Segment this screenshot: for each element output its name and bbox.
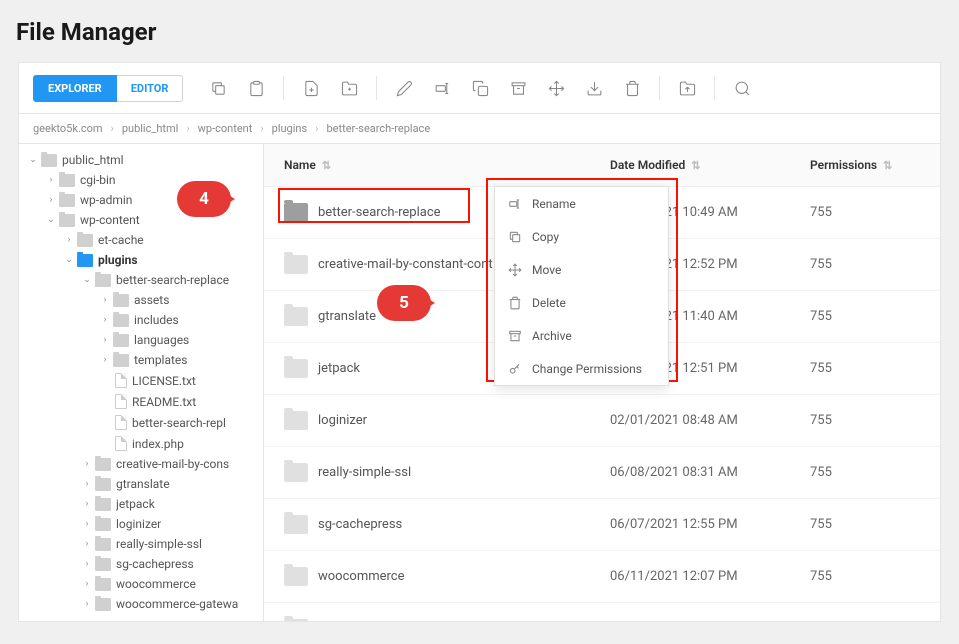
list-row[interactable]: really-simple-ssl06/08/2021 08:31 AM755 <box>264 447 940 499</box>
column-name[interactable]: Name⇅ <box>284 158 610 172</box>
tree-item[interactable]: index.php <box>19 433 263 454</box>
rename-icon[interactable] <box>425 73 459 103</box>
context-menu-rename[interactable]: Rename <box>495 187 668 220</box>
tree-item[interactable]: better-search-repl <box>19 412 263 433</box>
list-header: Name⇅ Date Modified⇅ Permissions⇅ <box>264 144 940 187</box>
tab-explorer[interactable]: EXPLORER <box>33 75 117 102</box>
toolbar: EXPLORER EDITOR <box>19 63 940 114</box>
tree-item[interactable]: ›creative-mail-by-cons <box>19 454 263 474</box>
context-menu: RenameCopyMoveDeleteArchiveChange Permis… <box>494 186 669 386</box>
breadcrumb: geekto5k.com› public_html› wp-content› p… <box>19 114 940 144</box>
tree-item[interactable]: ›assets <box>19 290 263 310</box>
column-permissions[interactable]: Permissions⇅ <box>810 158 920 172</box>
list-row[interactable]: woocommerce-gateway-stripe06/11/2021 12:… <box>264 603 940 621</box>
tab-editor[interactable]: EDITOR <box>117 75 184 102</box>
tree-item[interactable]: ›languages <box>19 330 263 350</box>
tree-root[interactable]: ⌄public_html <box>19 150 263 170</box>
download-icon[interactable] <box>577 73 611 103</box>
tree-item[interactable]: ⌄plugins <box>19 250 263 270</box>
list-row[interactable]: loginizer02/01/2021 08:48 AM755 <box>264 395 940 447</box>
sort-icon: ⇅ <box>322 159 331 172</box>
context-menu-copy[interactable]: Copy <box>495 220 668 253</box>
sort-icon: ⇅ <box>691 159 700 172</box>
breadcrumb-item[interactable]: wp-content <box>198 122 253 135</box>
paste-icon[interactable] <box>239 73 273 103</box>
rename-icon <box>507 196 522 211</box>
copy-icon <box>507 229 522 244</box>
archive-icon[interactable] <box>501 73 535 103</box>
tree-item[interactable]: ›really-simple-ssl <box>19 534 263 554</box>
breadcrumb-item[interactable]: better-search-replace <box>326 122 430 135</box>
callout-4: 4 <box>177 181 231 217</box>
context-menu-delete[interactable]: Delete <box>495 286 668 319</box>
folder-icon <box>284 411 308 430</box>
folder-icon <box>284 515 308 534</box>
new-file-icon[interactable] <box>294 73 328 103</box>
context-menu-key[interactable]: Change Permissions <box>495 352 668 385</box>
extract-icon[interactable] <box>670 73 704 103</box>
breadcrumb-item[interactable]: geekto5k.com <box>33 122 103 135</box>
folder-icon <box>284 203 308 222</box>
context-menu-move[interactable]: Move <box>495 253 668 286</box>
folder-icon <box>284 359 308 378</box>
list-row[interactable]: woocommerce06/11/2021 12:07 PM755 <box>264 551 940 603</box>
tree-item[interactable]: ›loginizer <box>19 514 263 534</box>
key-icon <box>507 361 522 376</box>
callout-5: 5 <box>377 285 431 321</box>
tree-item[interactable]: ›sg-cachepress <box>19 554 263 574</box>
folder-icon <box>284 463 308 482</box>
tree-item[interactable]: ›woocommerce-gatewa <box>19 594 263 614</box>
tree-item[interactable]: ›woocommerce <box>19 574 263 594</box>
tree-item[interactable]: ⌄better-search-replace <box>19 270 263 290</box>
delete-icon[interactable] <box>615 73 649 103</box>
breadcrumb-item[interactable]: plugins <box>272 122 308 135</box>
tree-item[interactable]: ›gtranslate <box>19 474 263 494</box>
move-icon <box>507 262 522 277</box>
tree-item[interactable]: README.txt <box>19 391 263 412</box>
list-row[interactable]: sg-cachepress06/07/2021 12:55 PM755 <box>264 499 940 551</box>
duplicate-icon[interactable] <box>463 73 497 103</box>
context-menu-archive[interactable]: Archive <box>495 319 668 352</box>
tab-group: EXPLORER EDITOR <box>33 75 183 102</box>
search-icon[interactable] <box>725 73 759 103</box>
file-manager-panel: EXPLORER EDITOR geekto5k.com› public_htm… <box>18 62 941 622</box>
tree-item[interactable]: ›templates <box>19 350 263 370</box>
folder-icon <box>284 255 308 274</box>
column-date[interactable]: Date Modified⇅ <box>610 158 810 172</box>
folder-icon <box>284 567 308 586</box>
folder-icon <box>284 307 308 326</box>
copy-icon[interactable] <box>201 73 235 103</box>
sort-icon: ⇅ <box>883 159 892 172</box>
tree-item[interactable]: LICENSE.txt <box>19 370 263 391</box>
archive-icon <box>507 328 522 343</box>
tree-item[interactable]: ›includes <box>19 310 263 330</box>
move-icon[interactable] <box>539 73 573 103</box>
file-list: Name⇅ Date Modified⇅ Permissions⇅ better… <box>264 144 940 621</box>
delete-icon <box>507 295 522 310</box>
folder-icon <box>284 619 308 621</box>
tree-item[interactable]: ›et-cache <box>19 230 263 250</box>
new-folder-icon[interactable] <box>332 73 366 103</box>
page-title: File Manager <box>0 0 959 62</box>
breadcrumb-item[interactable]: public_html <box>122 122 178 135</box>
tree-item[interactable]: ›jetpack <box>19 494 263 514</box>
edit-icon[interactable] <box>387 73 421 103</box>
